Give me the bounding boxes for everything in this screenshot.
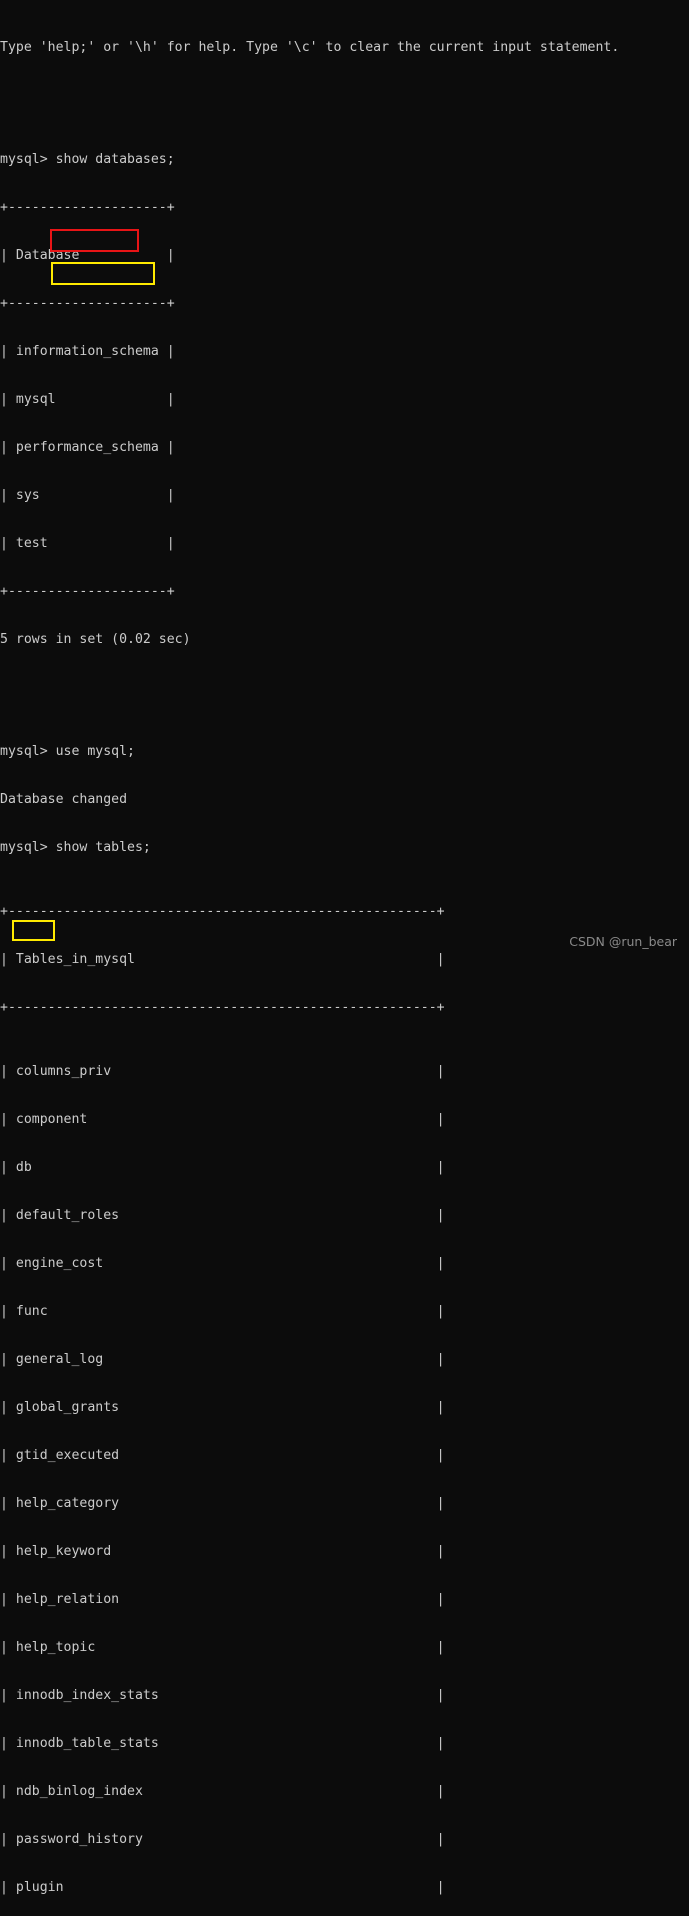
table-row: | information_schema | — [0, 344, 175, 359]
databases-table-border-bottom: +--------------------+ — [0, 584, 175, 599]
databases-table-header: | Database | — [0, 248, 175, 263]
table-row: | gtid_executed | — [0, 1448, 445, 1463]
databases-result-count: 5 rows in set (0.02 sec) — [0, 632, 191, 647]
help-line: Type 'help;' or '\h' for help. Type '\c'… — [0, 40, 620, 55]
table-row: | component | — [0, 1112, 445, 1127]
table-row: | func | — [0, 1304, 445, 1319]
table-row: | mysql | — [0, 392, 175, 407]
table-row: | password_history | — [0, 1832, 445, 1847]
table-row: | performance_schema | — [0, 440, 175, 455]
table-row: | test | — [0, 536, 175, 551]
command-use-mysql[interactable]: mysql> use mysql; — [0, 744, 689, 760]
command-show-databases[interactable]: mysql> show databases; — [0, 152, 689, 168]
table-row: | innodb_table_stats | — [0, 1736, 445, 1751]
table-row: | columns_priv | — [0, 1064, 445, 1079]
table-row: | general_log | — [0, 1352, 445, 1367]
table-row: | sys | — [0, 488, 175, 503]
tables-table-border-mid: +---------------------------------------… — [0, 1000, 445, 1015]
table-row: | help_keyword | — [0, 1544, 445, 1559]
table-row: | help_topic | — [0, 1640, 445, 1655]
csdn-watermark: CSDN @run_bear — [569, 934, 677, 949]
table-row: | help_category | — [0, 1496, 445, 1511]
command-show-tables[interactable]: mysql> show tables; — [0, 840, 689, 856]
table-row: | innodb_index_stats | — [0, 1688, 445, 1703]
table-row: | db | — [0, 1160, 445, 1175]
table-row: | default_roles | — [0, 1208, 445, 1223]
terminal-window[interactable]: Type 'help;' or '\h' for help. Type '\c'… — [0, 0, 689, 1895]
table-row: | ndb_binlog_index | — [0, 1784, 445, 1799]
use-response: Database changed — [0, 792, 128, 807]
terminal-output: Type 'help;' or '\h' for help. Type '\c'… — [0, 8, 689, 1916]
tables-table-header: | Tables_in_mysql | — [0, 952, 445, 967]
databases-table-border-top: +--------------------+ — [0, 200, 175, 215]
table-row: | global_grants | — [0, 1400, 445, 1415]
table-row: | plugin | — [0, 1880, 445, 1895]
table-row: | help_relation | — [0, 1592, 445, 1607]
tables-table-border-top: +---------------------------------------… — [0, 904, 445, 919]
table-row: | engine_cost | — [0, 1256, 445, 1271]
databases-table-border-mid: +--------------------+ — [0, 296, 175, 311]
